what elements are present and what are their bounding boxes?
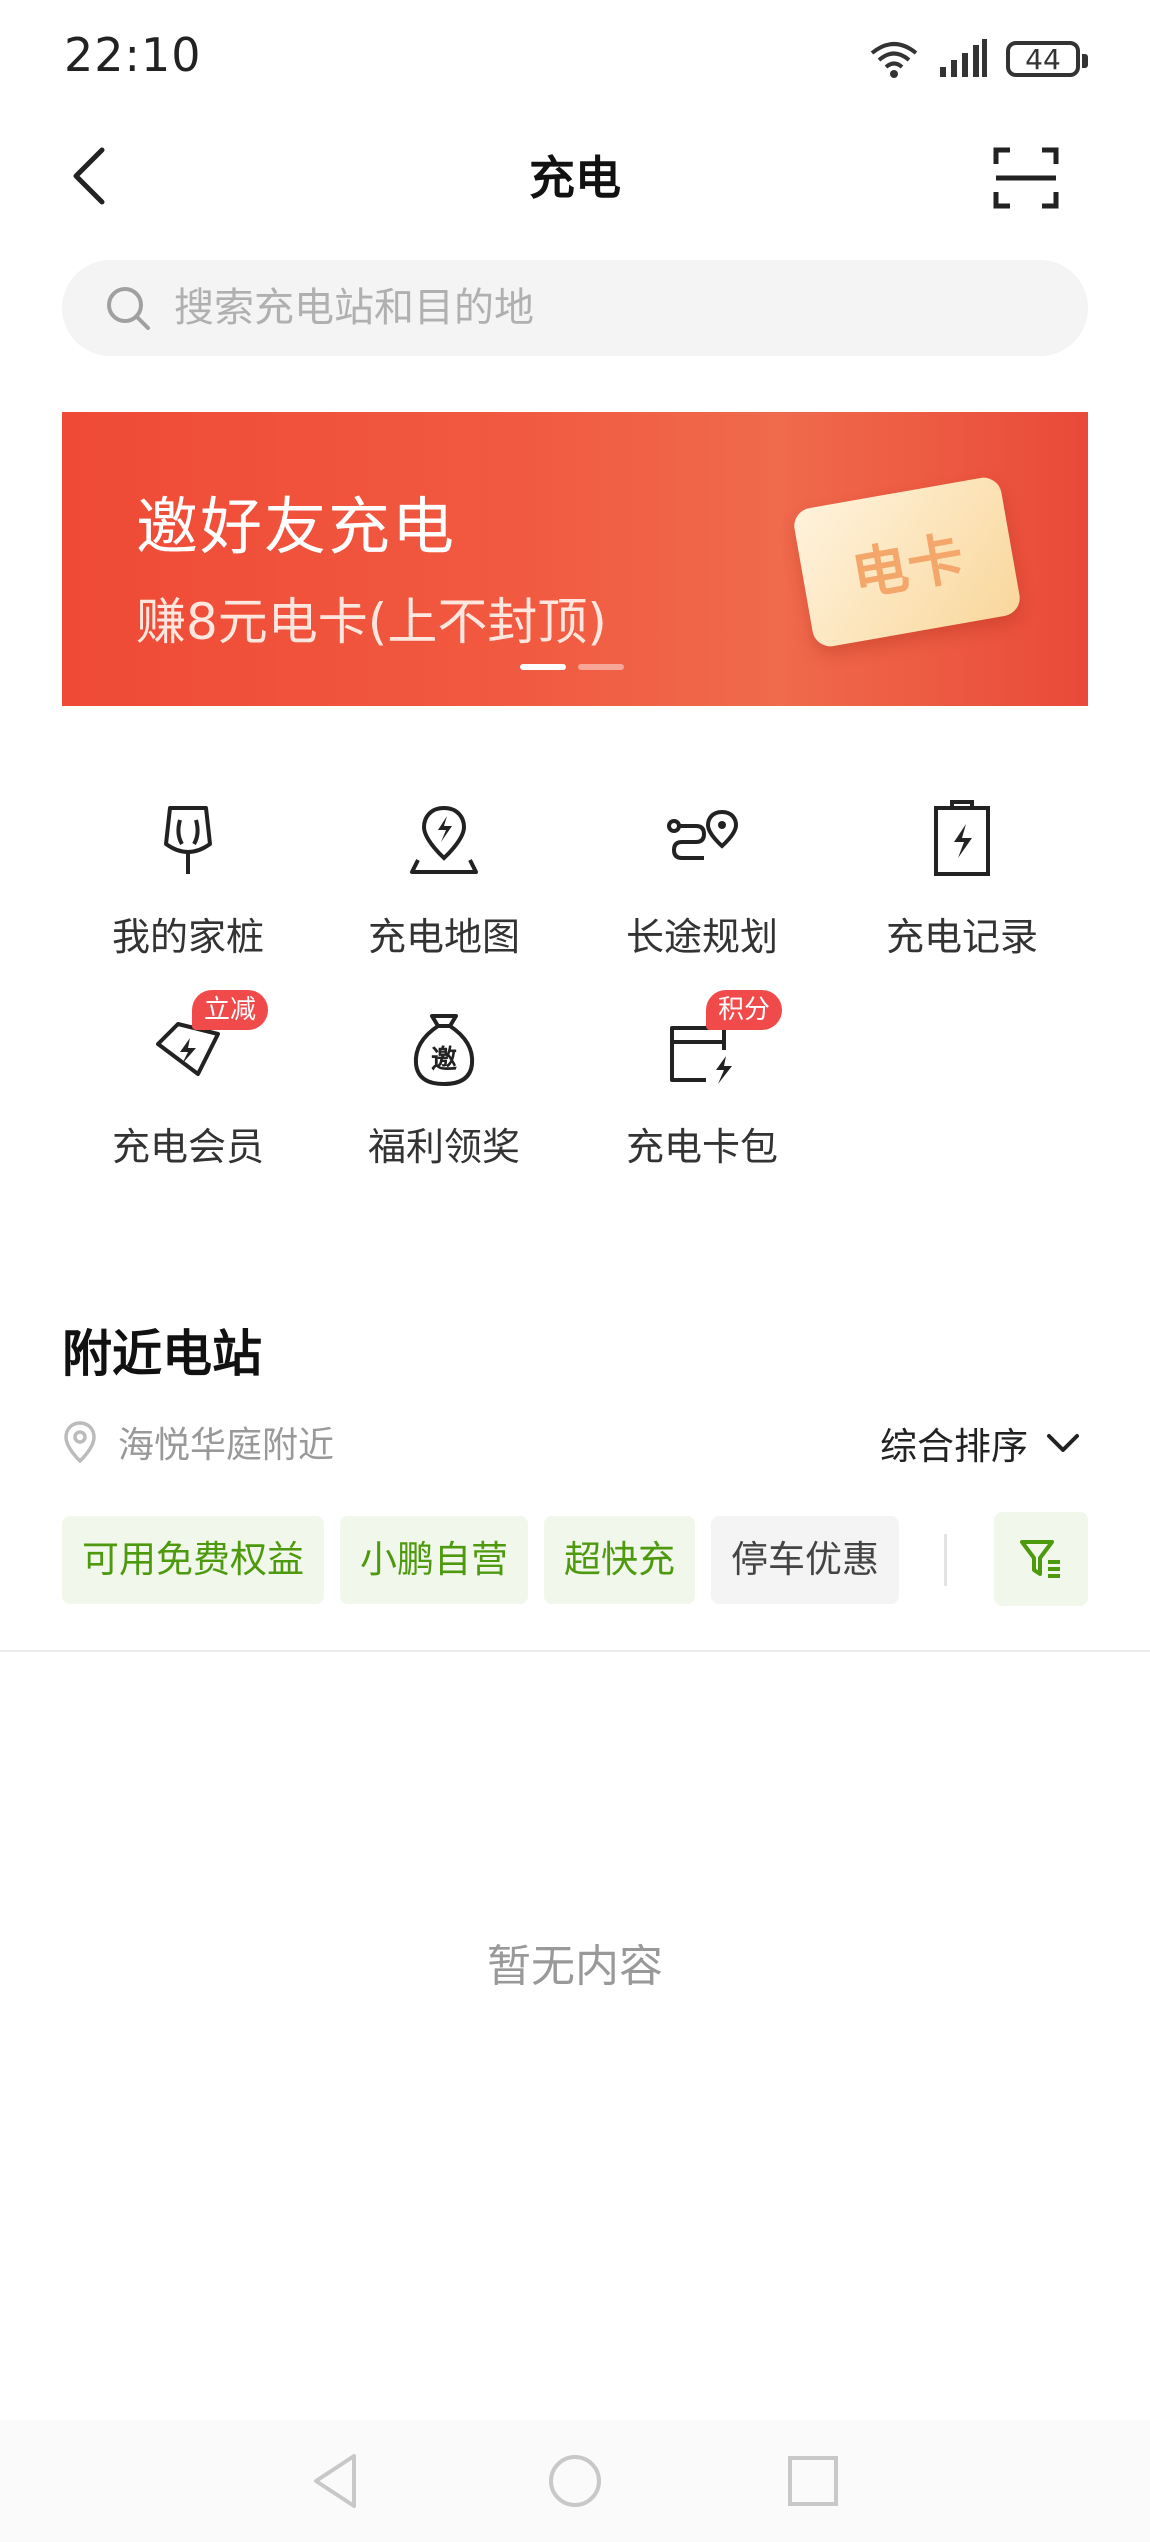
points-badge: 积分 (706, 990, 783, 1030)
status-time: 22:10 (64, 28, 202, 82)
home-charger-icon (164, 806, 212, 874)
grid-label: 充电记录 (885, 915, 1038, 959)
banner-title: 邀好友充电 (136, 490, 457, 563)
location-pin-icon (64, 1421, 96, 1464)
chevron-down-icon (1047, 1434, 1079, 1452)
section-title-nearby: 附近电站 (62, 1325, 262, 1383)
chip-self-operated[interactable]: 小鹏自营 (340, 1516, 528, 1604)
grid-item-charge-record[interactable]: 充电记录 (842, 800, 1082, 961)
route-plan-icon (667, 809, 739, 860)
battery-level: 44 (1025, 42, 1061, 76)
grid-item-charge-map[interactable]: 充电地图 (324, 800, 564, 961)
grid-item-route-plan[interactable]: 长途规划 (582, 800, 822, 961)
page-title: 充电 (529, 151, 621, 205)
charge-record-icon (934, 800, 990, 876)
card-text: 电卡 (847, 525, 969, 609)
grid-item-home-charger[interactable]: 我的家桩 (68, 800, 308, 961)
grid-label: 充电地图 (367, 915, 520, 959)
search-bar[interactable] (62, 260, 1088, 356)
scan-button[interactable] (992, 146, 1060, 210)
filter-button[interactable] (994, 1512, 1088, 1606)
grid-item-reward[interactable]: 邀 福利领奖 (324, 1010, 564, 1171)
system-nav-bar (0, 2420, 1150, 2542)
grid-label: 福利领奖 (367, 1125, 520, 1169)
charge-card-image: 电卡 (791, 474, 1023, 650)
sort-label: 综合排序 (880, 1425, 1028, 1468)
signal-icon (940, 39, 987, 77)
battery-icon: 44 (1006, 41, 1088, 77)
location-selector[interactable]: 海悦华庭附近 (62, 1416, 334, 1468)
chip-parking-discount[interactable]: 停车优惠 (711, 1516, 899, 1604)
grid-label: 充电会员 (111, 1125, 264, 1169)
empty-state-text: 暂无内容 (487, 1941, 663, 1992)
wifi-icon (870, 42, 918, 78)
system-back-button[interactable] (304, 2448, 370, 2514)
reward-bag-icon: 邀 (413, 1014, 475, 1087)
divider (0, 1650, 1150, 1652)
location-text: 海悦华庭附近 (118, 1425, 335, 1466)
chip-divider (944, 1534, 947, 1586)
system-home-button[interactable] (542, 2448, 608, 2514)
circle-home-icon (549, 2455, 601, 2507)
carousel-dot-active (520, 664, 566, 670)
banner-subtitle: 赚8元电卡(上不封顶) (136, 593, 607, 651)
chip-super-fast[interactable]: 超快充 (544, 1516, 695, 1604)
sort-dropdown[interactable]: 综合排序 (880, 1416, 1080, 1470)
scan-icon (993, 147, 1059, 209)
grid-label: 充电卡包 (625, 1125, 778, 1169)
square-recents-icon (788, 2456, 838, 2506)
grid-label: 我的家桩 (111, 915, 264, 959)
system-recents-button[interactable] (780, 2448, 846, 2514)
status-icons: 44 (868, 30, 1088, 88)
promo-banner[interactable]: 邀好友充电 赚8元电卡(上不封顶) 电卡 (62, 412, 1088, 706)
reward-glyph: 邀 (431, 1045, 457, 1075)
search-icon (107, 287, 150, 330)
discount-badge: 立减 (192, 990, 269, 1030)
carousel-dot (578, 664, 624, 670)
grid-item-member[interactable]: 立减 充电会员 (68, 990, 308, 1171)
grid-label: 长途规划 (625, 915, 778, 959)
triangle-back-icon (314, 2454, 356, 2508)
search-input[interactable] (174, 260, 1054, 356)
filter-icon (1020, 1540, 1060, 1578)
charge-map-icon (410, 805, 478, 874)
filter-chips: 可用免费权益 小鹏自营 超快充 停车优惠 (62, 1516, 899, 1604)
chip-free-benefit[interactable]: 可用免费权益 (62, 1516, 324, 1604)
grid-item-card-wallet[interactable]: 积分 充电卡包 (582, 990, 822, 1171)
